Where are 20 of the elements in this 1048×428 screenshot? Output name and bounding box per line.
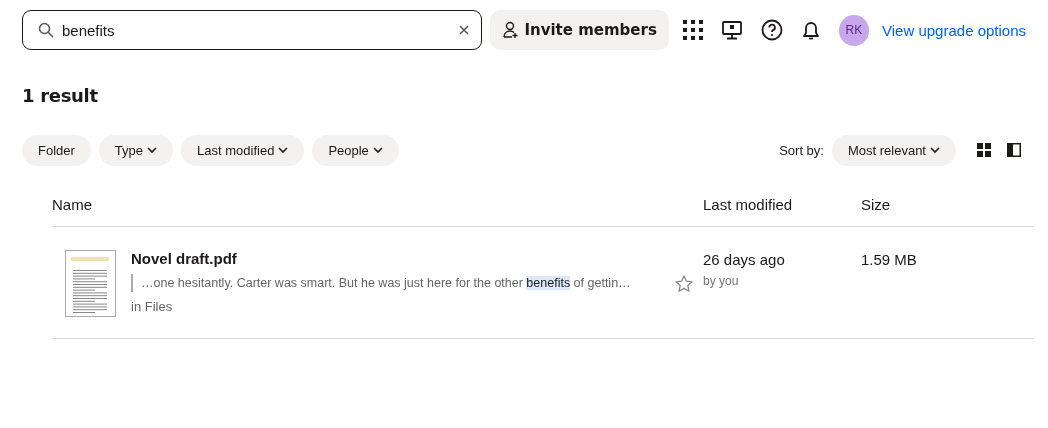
file-name[interactable]: Novel draft.pdf [131, 250, 641, 267]
modified-date: 26 days ago [703, 251, 786, 268]
filter-chip[interactable]: Folder [22, 134, 91, 166]
match-snippet: …one hesitantly. Carter was smart. But he was just here for the other benefits of gettin… [131, 274, 631, 292]
file-size: 1.59 MB [861, 251, 917, 268]
result-count: 1 result [22, 85, 99, 106]
invite-members-button[interactable]: Invite members [490, 10, 669, 50]
sort-dropdown[interactable]: Most relevant [831, 134, 956, 166]
modified-by: by you [703, 274, 740, 288]
column-header[interactable]: Last modified [703, 196, 793, 213]
file-location: in Files [131, 299, 174, 314]
filter-chip[interactable]: People [312, 134, 399, 166]
sort-label: Sort by: [779, 142, 824, 158]
filter-chip[interactable]: Last modified [181, 134, 305, 166]
column-header[interactable]: Size [861, 196, 891, 213]
user-avatar[interactable]: RK [838, 14, 869, 46]
column-header[interactable]: Name [52, 196, 92, 213]
upgrade-link[interactable]: View upgrade options [882, 21, 1026, 39]
filter-chip[interactable]: Type [98, 134, 174, 166]
search-field[interactable]: benefits [22, 10, 483, 50]
